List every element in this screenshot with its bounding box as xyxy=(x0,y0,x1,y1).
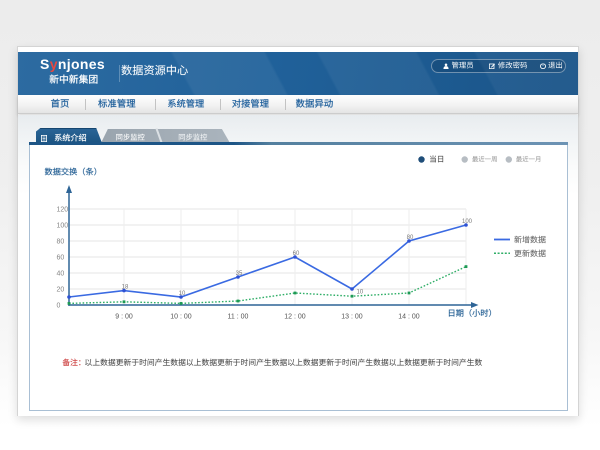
svg-text:80: 80 xyxy=(57,238,65,245)
svg-text:10: 10 xyxy=(357,290,364,296)
svg-text:80: 80 xyxy=(407,235,414,241)
svg-text:100: 100 xyxy=(57,222,69,229)
svg-text:11 : 00: 11 : 00 xyxy=(228,314,249,321)
svg-text:18: 18 xyxy=(122,284,129,290)
svg-text:40: 40 xyxy=(57,270,65,277)
svg-text:120: 120 xyxy=(57,206,69,213)
svg-text:60: 60 xyxy=(293,251,300,257)
svg-text:35: 35 xyxy=(236,271,243,277)
svg-text:0: 0 xyxy=(57,302,61,309)
svg-text:10 : 00: 10 : 00 xyxy=(170,314,192,321)
svg-text:9 : 00: 9 : 00 xyxy=(115,314,133,321)
svg-text:100: 100 xyxy=(462,219,473,225)
svg-text:13 : 00: 13 : 00 xyxy=(341,314,363,321)
svg-text:10: 10 xyxy=(179,291,186,297)
svg-text:60: 60 xyxy=(57,254,65,261)
svg-text:12 : 00: 12 : 00 xyxy=(284,314,306,321)
svg-text:14 : 00: 14 : 00 xyxy=(398,314,420,321)
svg-text:20: 20 xyxy=(57,286,65,293)
